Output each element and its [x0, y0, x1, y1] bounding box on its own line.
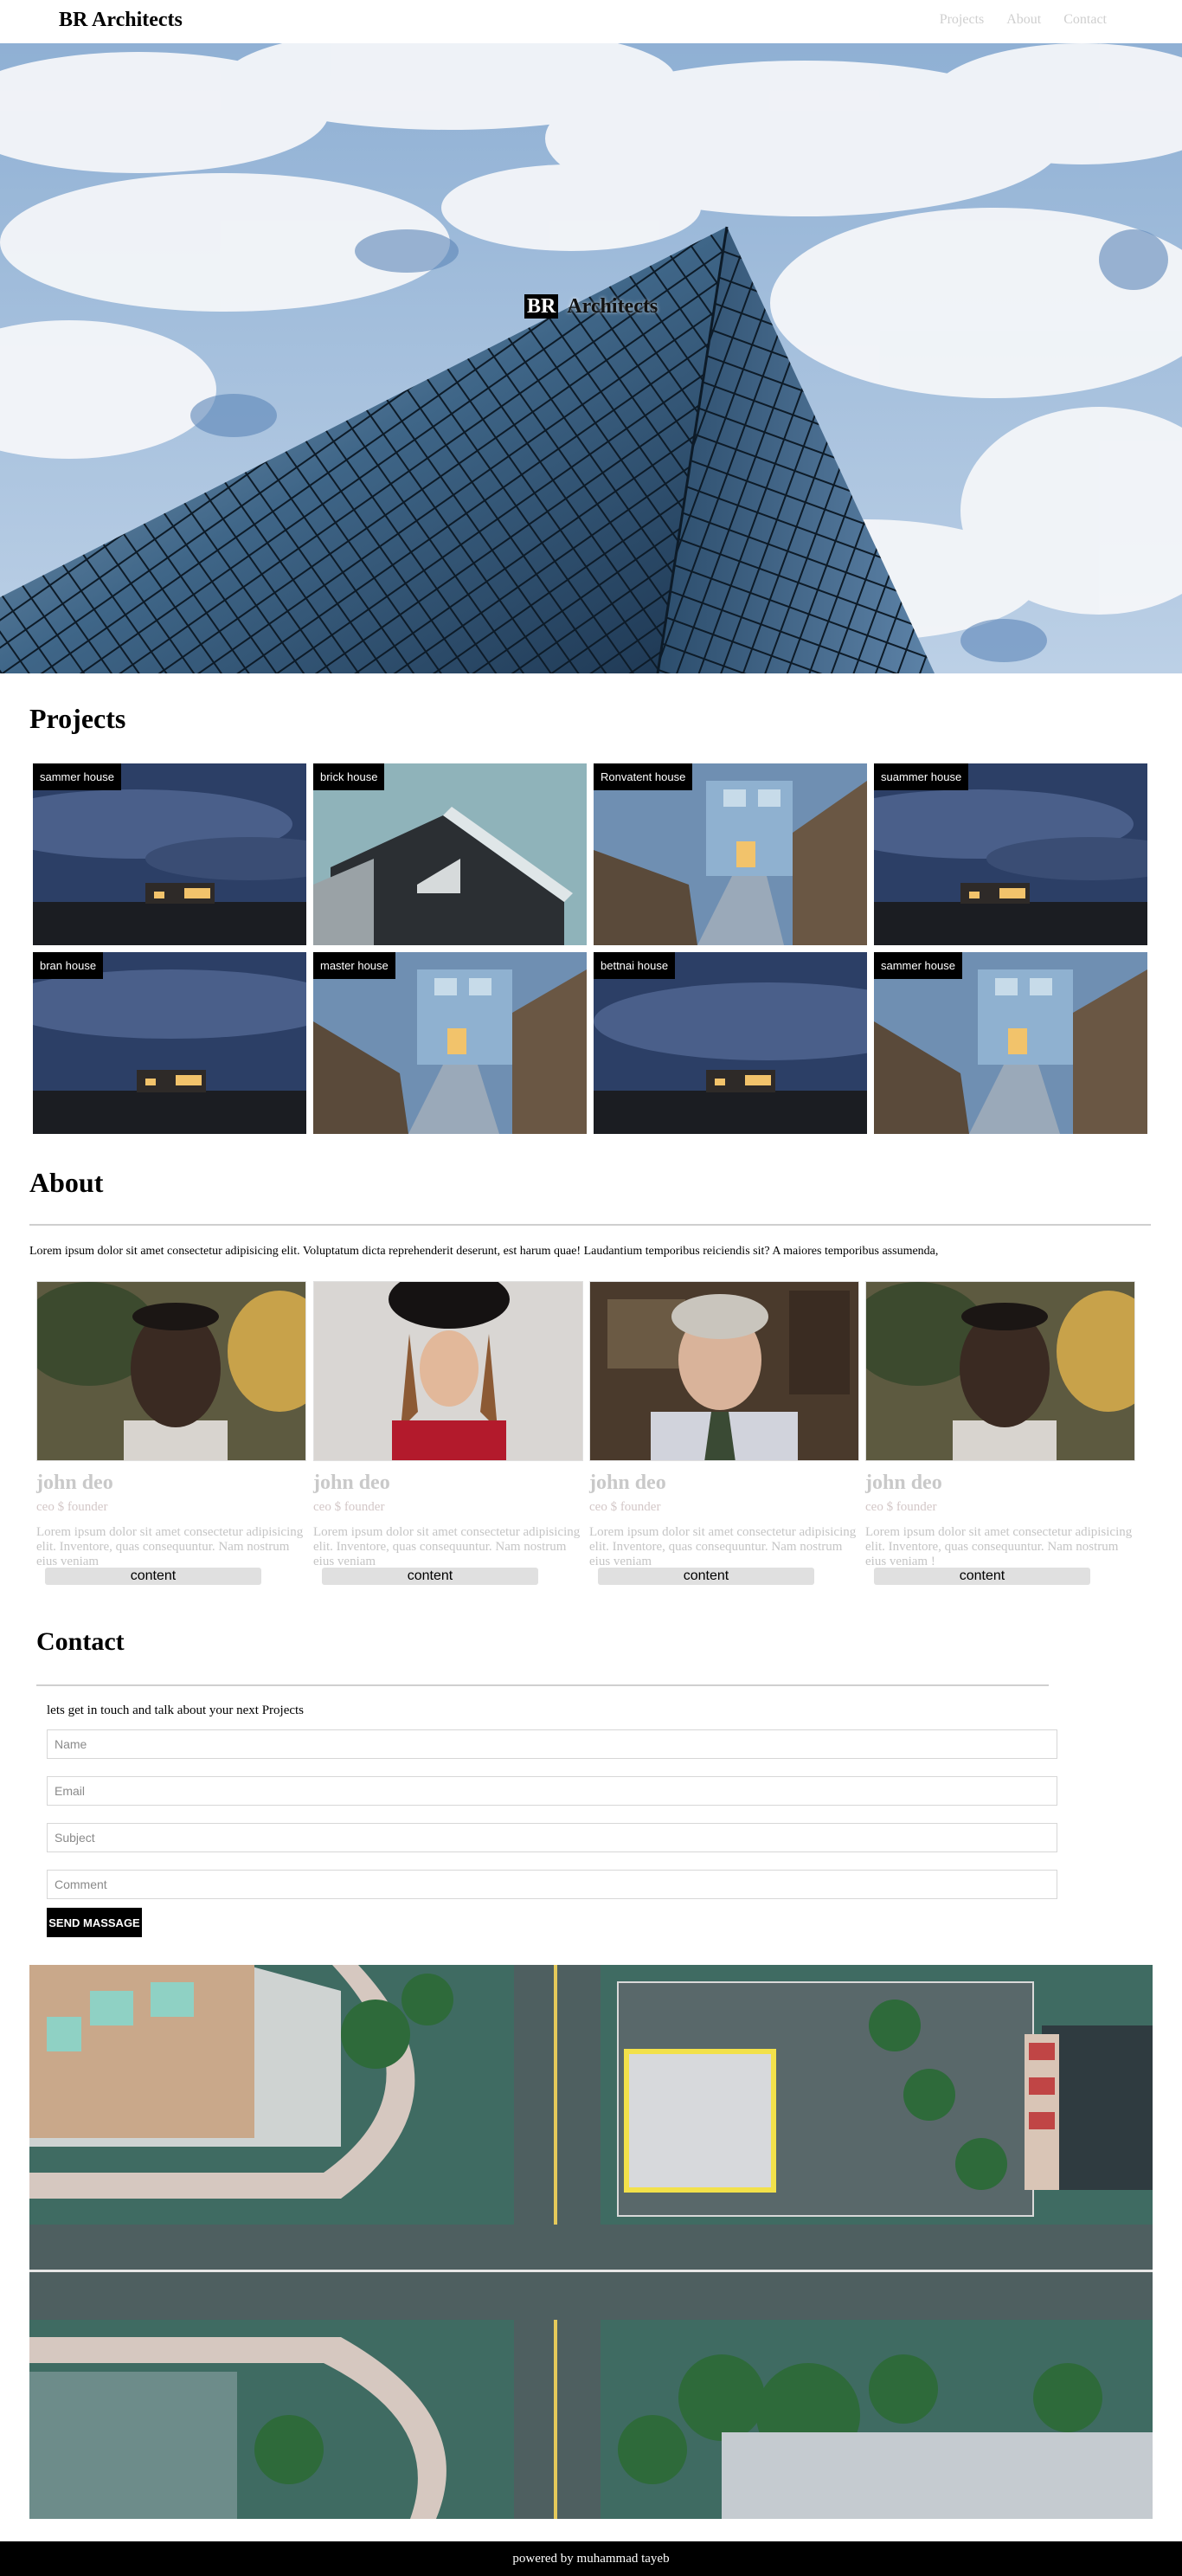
hero-badge: BR: [524, 294, 559, 319]
hero-banner: BR Architects: [0, 43, 1182, 673]
team-content-button[interactable]: content: [45, 1568, 261, 1585]
contact-heading: Contact: [36, 1627, 125, 1656]
team-content-button[interactable]: content: [874, 1568, 1090, 1585]
nav-links: Projects About Contact: [940, 12, 1107, 28]
hero-building-image: [0, 43, 1182, 673]
project-card[interactable]: master house: [313, 952, 587, 1134]
project-image: [33, 952, 306, 1134]
project-image: [33, 763, 306, 945]
contact-divider: [36, 1684, 1049, 1686]
project-label: sammer house: [874, 952, 962, 979]
team-content-button[interactable]: content: [598, 1568, 814, 1585]
email-input[interactable]: [47, 1776, 1057, 1806]
team-card: john deo ceo $ founder Lorem ipsum dolor…: [36, 1281, 306, 1585]
hero-title: BR Architects: [524, 294, 658, 319]
team-photo: [865, 1281, 1135, 1461]
nav-link-projects[interactable]: Projects: [940, 12, 985, 28]
team-desc: Lorem ipsum dolor sit amet consectetur a…: [589, 1525, 857, 1568]
project-label: bettnai house: [594, 952, 676, 979]
project-label: sammer house: [33, 763, 121, 790]
project-card[interactable]: sammer house: [874, 952, 1147, 1134]
footer-text: powered by muhammad tayeb: [512, 2552, 670, 2566]
contact-intro: lets get in touch and talk about your ne…: [47, 1703, 305, 1717]
team-role: ceo $ founder: [589, 1500, 661, 1514]
team-desc: Lorem ipsum dolor sit amet consectetur a…: [313, 1525, 581, 1568]
project-image: [874, 952, 1147, 1134]
team-card: john deo ceo $ founder Lorem ipsum dolor…: [865, 1281, 1135, 1585]
team-name: john deo: [36, 1472, 113, 1494]
project-image: [313, 952, 587, 1134]
project-card[interactable]: brick house: [313, 763, 587, 945]
project-card[interactable]: Ronvatent house: [594, 763, 867, 945]
team-content-button[interactable]: content: [322, 1568, 538, 1585]
project-image: [594, 763, 867, 945]
project-card[interactable]: bran house: [33, 952, 306, 1134]
aerial-city-image: [29, 1965, 1153, 2519]
project-label: brick house: [313, 763, 385, 790]
nav-link-contact[interactable]: Contact: [1063, 12, 1107, 28]
team-name: john deo: [313, 1472, 390, 1494]
team-card: john deo ceo $ founder Lorem ipsum dolor…: [313, 1281, 583, 1585]
project-label: suammer house: [874, 763, 969, 790]
team-name: john deo: [865, 1472, 942, 1494]
project-label: master house: [313, 952, 395, 979]
hero-title-text: Architects: [567, 294, 658, 318]
team-role: ceo $ founder: [36, 1500, 108, 1514]
team-photo: [589, 1281, 859, 1461]
team-desc: Lorem ipsum dolor sit amet consectetur a…: [36, 1525, 304, 1568]
team-role: ceo $ founder: [865, 1500, 937, 1514]
project-image: [594, 952, 867, 1134]
projects-heading: Projects: [29, 703, 126, 734]
project-image: [313, 763, 587, 945]
about-text: Lorem ipsum dolor sit amet consectetur a…: [29, 1245, 939, 1258]
comment-input[interactable]: [47, 1870, 1057, 1899]
project-card[interactable]: bettnai house: [594, 952, 867, 1134]
project-label: Ronvatent house: [594, 763, 693, 790]
nav-link-about[interactable]: About: [1006, 12, 1041, 28]
send-message-button[interactable]: SEND MASSAGE: [47, 1908, 142, 1937]
about-divider: [29, 1224, 1151, 1226]
name-input[interactable]: [47, 1729, 1057, 1759]
team-photo: [313, 1281, 583, 1461]
team-photo: [36, 1281, 306, 1461]
team-name: john deo: [589, 1472, 666, 1494]
top-navbar: BR Architects Projects About Contact: [0, 0, 1182, 43]
project-image: [874, 763, 1147, 945]
team-desc: Lorem ipsum dolor sit amet consectetur a…: [865, 1525, 1133, 1568]
project-label: bran house: [33, 952, 104, 979]
team-role: ceo $ founder: [313, 1500, 385, 1514]
footer: powered by muhammad tayeb: [0, 2541, 1182, 2576]
brand-logo[interactable]: BR Architects: [59, 9, 183, 32]
team-card: john deo ceo $ founder Lorem ipsum dolor…: [589, 1281, 859, 1585]
project-card[interactable]: suammer house: [874, 763, 1147, 945]
about-heading: About: [29, 1167, 104, 1198]
project-card[interactable]: sammer house: [33, 763, 306, 945]
subject-input[interactable]: [47, 1823, 1057, 1852]
